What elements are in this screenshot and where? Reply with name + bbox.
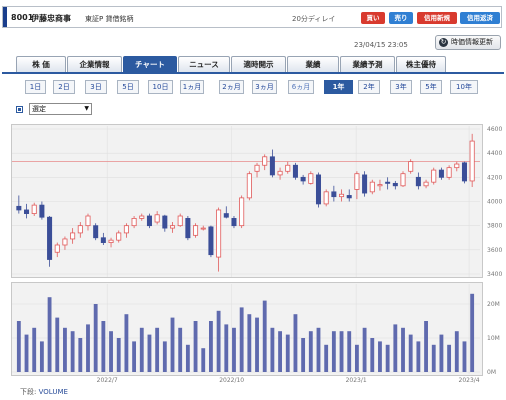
- x-axis-label: 2022/10: [219, 377, 244, 384]
- lower-panel-label: 下段: VOLUME: [20, 387, 68, 397]
- volume-bar: [385, 344, 390, 372]
- volume-bar: [454, 331, 459, 372]
- volume-bar: [170, 317, 175, 372]
- volume-bar: [347, 331, 352, 372]
- volume-bar: [401, 327, 405, 372]
- volume-bar: [185, 344, 190, 372]
- volume-bar: [132, 341, 137, 372]
- volume-bar: [285, 334, 290, 372]
- volume-y-tick-label: 0M: [487, 369, 496, 376]
- volume-bar: [162, 341, 167, 372]
- volume-bar: [470, 293, 475, 372]
- volume-bar: [39, 341, 44, 372]
- volume-bar: [370, 338, 375, 372]
- lower-panel-indicator: VOLUME: [38, 388, 68, 396]
- volume-bar: [278, 331, 282, 372]
- volume-bar: [47, 297, 52, 372]
- volume-bar: [378, 341, 382, 372]
- volume-bar: [239, 307, 244, 372]
- volume-bar: [78, 338, 83, 372]
- volume-bar: [408, 334, 413, 372]
- volume-bar: [447, 344, 452, 372]
- volume-bar: [232, 327, 236, 372]
- volume-y-tick-label: 10M: [487, 335, 500, 342]
- volume-bar: [462, 341, 467, 372]
- volume-bar: [270, 327, 275, 372]
- volume-bar: [63, 327, 67, 372]
- volume-chart: 20M 10M 0M 2022/7 2022/10 2023/1 2023/4: [12, 284, 500, 384]
- volume-bar: [24, 334, 29, 372]
- volume-bar: [32, 327, 37, 372]
- volume-bar: [362, 327, 367, 372]
- volume-bar: [255, 317, 259, 372]
- volume-bar: [201, 348, 206, 372]
- volume-bar: [147, 334, 152, 372]
- x-axis-label: 2023/1: [346, 377, 367, 384]
- x-axis-label: 2023/4: [459, 377, 480, 384]
- volume-bar: [416, 341, 421, 372]
- volume-bar: [431, 344, 436, 372]
- volume-bar: [324, 344, 329, 372]
- volume-bar: [16, 321, 21, 372]
- volume-bar: [124, 314, 129, 372]
- volume-bar: [316, 327, 321, 372]
- volume-bar: [331, 331, 336, 372]
- volume-bar: [393, 324, 398, 372]
- volume-bar: [308, 331, 313, 372]
- volume-bar: [209, 321, 213, 372]
- volume-bar: [262, 300, 267, 372]
- volume-bar: [424, 321, 428, 372]
- volume-bar: [101, 321, 106, 372]
- volume-y-tick-label: 20M: [487, 301, 500, 308]
- volume-bar: [109, 331, 113, 372]
- volume-bar: [293, 314, 298, 372]
- volume-bar: [216, 310, 221, 372]
- volume-bar: [247, 314, 252, 372]
- volume-bar: [339, 331, 344, 372]
- x-axis-label: 2022/7: [97, 377, 118, 384]
- volume-bar: [301, 338, 306, 372]
- lower-panel-prefix: 下段:: [20, 388, 37, 396]
- volume-bar: [86, 324, 90, 372]
- volume-bar: [224, 324, 229, 372]
- volume-bar: [93, 304, 98, 372]
- volume-bar: [178, 327, 183, 372]
- volume-bar: [139, 327, 144, 372]
- volume-bar: [116, 338, 121, 372]
- volume-bar: [354, 344, 359, 372]
- volume-bar: [193, 321, 198, 372]
- volume-bar: [439, 334, 444, 372]
- volume-bar: [70, 331, 75, 372]
- volume-bar: [55, 317, 60, 372]
- volume-bar: [155, 327, 160, 372]
